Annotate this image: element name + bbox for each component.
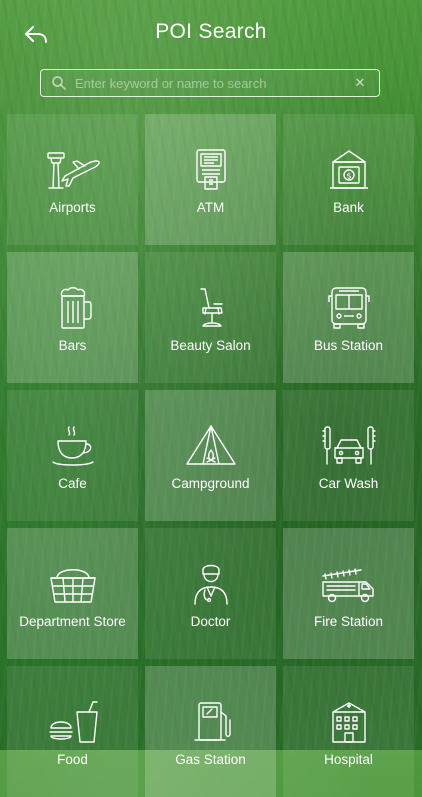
category-grid: Airports ATM $ Bank Bars Beauty Salon Bu… xyxy=(7,114,415,797)
shopping-basket-icon xyxy=(49,569,96,603)
salon-chair-icon xyxy=(199,288,223,327)
category-tile-food[interactable]: Food xyxy=(7,666,138,797)
atm-icon xyxy=(195,149,226,190)
airport-icon xyxy=(46,152,100,189)
category-tile-hospital[interactable]: Hospital xyxy=(283,666,414,797)
category-tile-airports[interactable]: Airports xyxy=(7,114,138,245)
category-tile-atm[interactable]: ATM xyxy=(145,114,276,245)
header: POI Search xyxy=(0,0,422,66)
category-tile-bank[interactable]: $ Bank xyxy=(283,114,414,245)
category-label: Bank xyxy=(333,200,364,215)
category-tile-gas-station[interactable]: Gas Station xyxy=(145,666,276,797)
tent-icon xyxy=(185,425,236,465)
bank-icon: $ xyxy=(329,150,368,189)
bus-icon xyxy=(327,287,370,329)
beer-mug-icon xyxy=(60,287,92,329)
doctor-icon xyxy=(193,564,228,605)
category-tile-beauty-salon[interactable]: Beauty Salon xyxy=(145,252,276,383)
category-tile-bars[interactable]: Bars xyxy=(7,252,138,383)
category-label: Gas Station xyxy=(175,752,246,767)
category-label: Beauty Salon xyxy=(170,338,251,353)
coffee-cup-icon xyxy=(51,426,94,466)
page-title: POI Search xyxy=(155,20,267,43)
category-label: Campground xyxy=(171,476,250,491)
category-label: Food xyxy=(57,752,88,767)
hospital-icon xyxy=(331,702,366,743)
car-wash-icon xyxy=(321,426,376,465)
category-tile-department-store[interactable]: Department Store xyxy=(7,528,138,659)
category-tile-car-wash[interactable]: Car Wash xyxy=(283,390,414,521)
category-label: Airports xyxy=(49,200,96,215)
category-tile-campground[interactable]: Campground xyxy=(145,390,276,521)
category-label: Doctor xyxy=(190,614,231,629)
category-tile-bus-station[interactable]: Bus Station xyxy=(283,252,414,383)
category-label: Hospital xyxy=(324,752,373,767)
search-input[interactable] xyxy=(75,75,349,91)
fast-food-icon xyxy=(48,701,98,743)
magnifier-icon xyxy=(52,76,66,90)
category-label: Car Wash xyxy=(318,476,379,491)
fire-truck-icon xyxy=(321,568,374,603)
category-label: Cafe xyxy=(58,476,87,491)
clear-search-button[interactable]: ✕ xyxy=(349,72,371,94)
clear-x-icon: ✕ xyxy=(354,75,366,90)
category-tile-doctor[interactable]: Doctor xyxy=(145,528,276,659)
category-label: Fire Station xyxy=(313,614,384,629)
category-tile-fire-station[interactable]: Fire Station xyxy=(283,528,414,659)
svg-text:$: $ xyxy=(346,172,351,181)
category-label: Bus Station xyxy=(313,338,384,353)
gas-pump-icon xyxy=(193,702,231,741)
category-label: Department Store xyxy=(19,614,126,629)
category-label: ATM xyxy=(196,200,225,215)
category-tile-cafe[interactable]: Cafe xyxy=(7,390,138,521)
category-label: Bars xyxy=(58,338,87,353)
search-bar[interactable]: ✕ xyxy=(40,69,380,97)
